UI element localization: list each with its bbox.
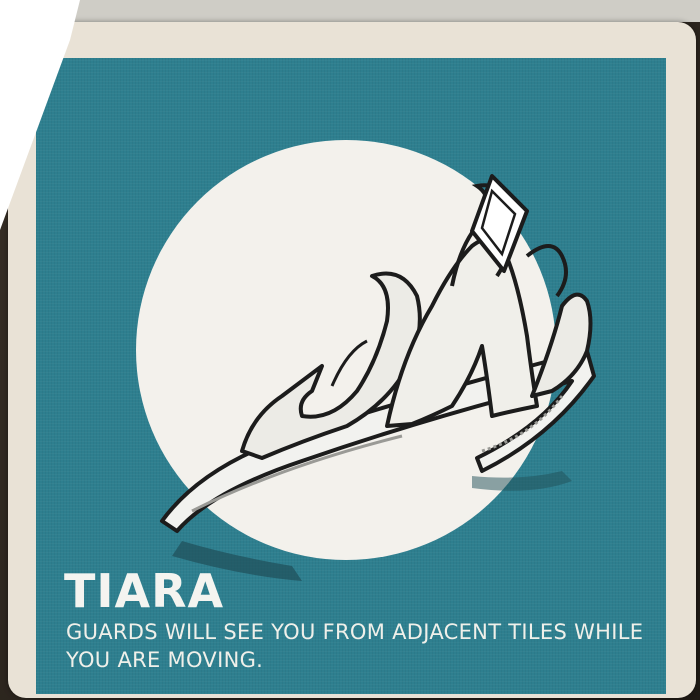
- photo-scene: TIARA GUARDS WILL SEE YOU FROM ADJACENT …: [0, 0, 700, 700]
- card-title: TIARA: [64, 564, 225, 618]
- card-panel: TIARA GUARDS WILL SEE YOU FROM ADJACENT …: [36, 58, 666, 694]
- card-behind-edge: [10, 0, 700, 22]
- tiara-icon: [160, 174, 596, 581]
- loot-card[interactable]: TIARA GUARDS WILL SEE YOU FROM ADJACENT …: [8, 22, 696, 698]
- card-description: GUARDS WILL SEE YOU FROM ADJACENT TILES …: [66, 620, 644, 672]
